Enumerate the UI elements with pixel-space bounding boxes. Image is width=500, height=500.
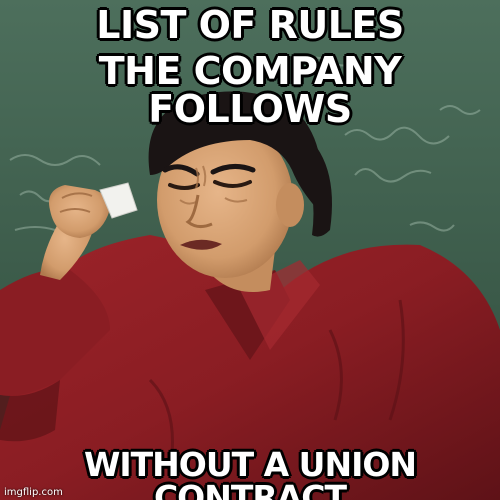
bottom-caption: WITHOUT A UNION CONTRACT xyxy=(83,445,417,500)
top-caption-line-2: THE COMPANY FOLLOWS xyxy=(98,49,402,131)
top-caption-line-1: LIST OF RULES xyxy=(96,3,404,47)
watermark: imgflip.com xyxy=(4,487,63,498)
ear xyxy=(276,183,304,227)
meme-canvas: LIST OF RULES THE COMPANY FOLLOWS WITHOU… xyxy=(0,0,500,500)
